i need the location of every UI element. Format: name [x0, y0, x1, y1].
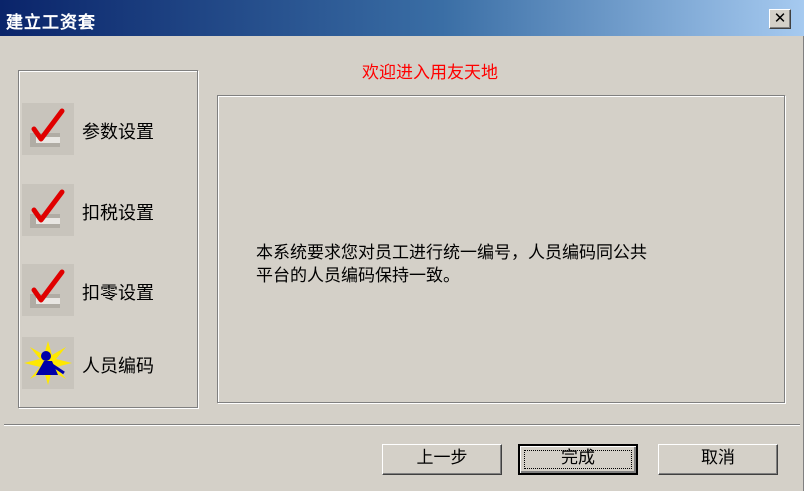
- person-burst-icon: [22, 337, 74, 389]
- prev-button-label: 上一步: [416, 448, 468, 468]
- instruction-text: 本系统要求您对员工进行统一编号，人员编码同公共 平台的人员编码保持一致。: [256, 242, 756, 288]
- finish-button-label: 完成: [561, 448, 595, 468]
- step-params[interactable]: 参数设置: [22, 103, 192, 155]
- checkmark-icon: [22, 264, 74, 316]
- title-bar[interactable]: 建立工资套 ✕: [0, 0, 804, 36]
- instruction-line: 本系统要求您对员工进行统一编号，人员编码同公共: [256, 243, 647, 263]
- step-label: 扣零设置: [82, 283, 154, 304]
- finish-button[interactable]: 完成: [518, 444, 638, 475]
- prev-button[interactable]: 上一步: [382, 444, 502, 475]
- step-rounding[interactable]: 扣零设置: [22, 264, 192, 316]
- step-label: 参数设置: [82, 122, 154, 143]
- cancel-button[interactable]: 取消: [658, 444, 778, 475]
- close-button[interactable]: ✕: [769, 9, 791, 29]
- welcome-heading: 欢迎进入用友天地: [362, 63, 498, 83]
- cancel-button-label: 取消: [701, 448, 735, 468]
- instruction-line: 平台的人员编码保持一致。: [256, 266, 460, 286]
- step-label: 人员编码: [82, 356, 154, 377]
- wizard-window: 建立工资套 ✕ 参数设置 扣税设置 扣零设置 人员编码 欢迎进入用友天地 本系统…: [0, 0, 804, 491]
- step-tax[interactable]: 扣税设置: [22, 184, 192, 236]
- button-separator: [4, 424, 800, 426]
- checkmark-icon: [22, 103, 74, 155]
- step-label: 扣税设置: [82, 203, 154, 224]
- window-title: 建立工资套: [6, 13, 96, 33]
- close-icon: ✕: [773, 9, 787, 27]
- checkmark-icon: [22, 184, 74, 236]
- step-employee-code[interactable]: 人员编码: [22, 337, 192, 389]
